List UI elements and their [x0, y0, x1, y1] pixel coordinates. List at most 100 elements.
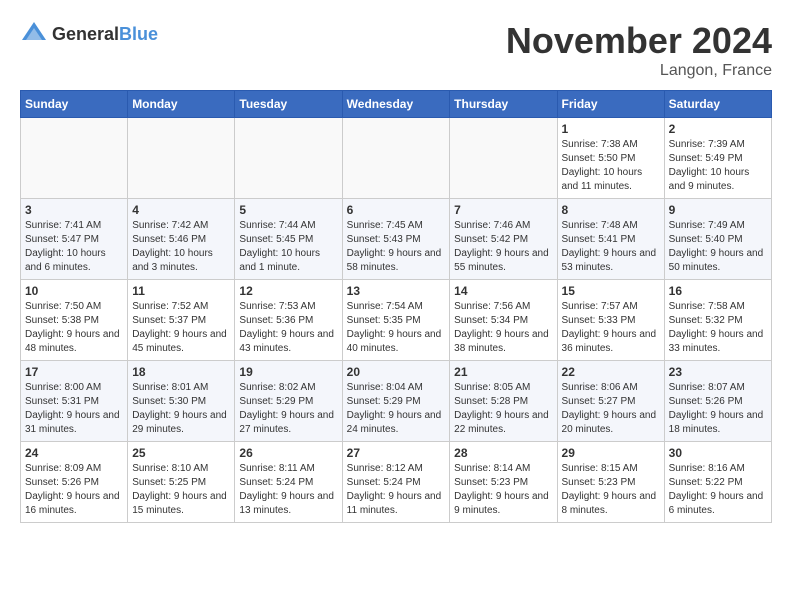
calendar-cell — [21, 118, 128, 199]
calendar-cell: 7 Sunrise: 7:46 AM Sunset: 5:42 PM Daylig… — [450, 199, 557, 280]
day-info: Sunrise: 8:09 AM Sunset: 5:26 PM Dayligh… — [25, 462, 123, 518]
day-number: 27 — [347, 446, 446, 460]
weekday-header: Tuesday — [235, 91, 342, 118]
calendar-cell — [342, 118, 450, 199]
weekday-header: Sunday — [21, 91, 128, 118]
calendar-cell: 3 Sunrise: 7:41 AM Sunset: 5:47 PM Daylig… — [21, 199, 128, 280]
day-number: 8 — [562, 203, 660, 217]
calendar-cell: 23 Sunrise: 8:07 AM Sunset: 5:26 PM Dayli… — [664, 361, 771, 442]
calendar-cell: 10Sunrise: 7:50 AM Sunset: 5:38 PM Dayli… — [21, 280, 128, 361]
calendar-cell: 20 Sunrise: 8:04 AM Sunset: 5:29 PM Dayli… — [342, 361, 450, 442]
day-number: 9 — [669, 203, 767, 217]
day-number: 1 — [562, 122, 660, 136]
calendar-cell: 16Sunrise: 7:58 AM Sunset: 5:32 PM Dayli… — [664, 280, 771, 361]
title-block: November 2024 Langon, France — [506, 20, 772, 80]
page-header: GeneralBlue November 2024 Langon, France — [20, 20, 772, 80]
day-info: Sunrise: 8:05 AM Sunset: 5:28 PM Dayligh… — [454, 381, 552, 437]
day-info: Sunrise: 7:56 AM Sunset: 5:34 PM Dayligh… — [454, 300, 552, 356]
calendar-cell: 24 Sunrise: 8:09 AM Sunset: 5:26 PM Dayli… — [21, 442, 128, 523]
calendar-cell: 9 Sunrise: 7:49 AM Sunset: 5:40 PM Daylig… — [664, 199, 771, 280]
weekday-header-row: SundayMondayTuesdayWednesdayThursdayFrid… — [21, 91, 772, 118]
calendar-week-row: 24 Sunrise: 8:09 AM Sunset: 5:26 PM Dayli… — [21, 442, 772, 523]
day-info: Sunrise: 8:12 AM Sunset: 5:24 PM Dayligh… — [347, 462, 446, 518]
day-number: 19 — [239, 365, 337, 379]
calendar-cell: 6 Sunrise: 7:45 AM Sunset: 5:43 PM Daylig… — [342, 199, 450, 280]
calendar-cell: 1 Sunrise: 7:38 AM Sunset: 5:50 PM Daylig… — [557, 118, 664, 199]
month-title: November 2024 — [506, 20, 772, 62]
day-number: 5 — [239, 203, 337, 217]
calendar-cell: 5 Sunrise: 7:44 AM Sunset: 5:45 PM Daylig… — [235, 199, 342, 280]
calendar-cell: 27 Sunrise: 8:12 AM Sunset: 5:24 PM Dayli… — [342, 442, 450, 523]
calendar-cell: 26Sunrise: 8:11 AM Sunset: 5:24 PM Dayli… — [235, 442, 342, 523]
calendar-cell: 14 Sunrise: 7:56 AM Sunset: 5:34 PM Dayli… — [450, 280, 557, 361]
day-info: Sunrise: 8:02 AM Sunset: 5:29 PM Dayligh… — [239, 381, 337, 437]
day-number: 2 — [669, 122, 767, 136]
calendar-cell — [235, 118, 342, 199]
calendar-week-row: 1 Sunrise: 7:38 AM Sunset: 5:50 PM Daylig… — [21, 118, 772, 199]
calendar-cell: 12Sunrise: 7:53 AM Sunset: 5:36 PM Dayli… — [235, 280, 342, 361]
day-info: Sunrise: 8:07 AM Sunset: 5:26 PM Dayligh… — [669, 381, 767, 437]
day-info: Sunrise: 8:01 AM Sunset: 5:30 PM Dayligh… — [132, 381, 230, 437]
day-info: Sunrise: 7:45 AM Sunset: 5:43 PM Dayligh… — [347, 219, 446, 275]
calendar-cell — [128, 118, 235, 199]
day-number: 6 — [347, 203, 446, 217]
day-number: 14 — [454, 284, 552, 298]
day-info: Sunrise: 8:11 AM Sunset: 5:24 PM Dayligh… — [239, 462, 337, 518]
day-info: Sunrise: 8:14 AM Sunset: 5:23 PM Dayligh… — [454, 462, 552, 518]
day-info: Sunrise: 7:57 AM Sunset: 5:33 PM Dayligh… — [562, 300, 660, 356]
day-number: 24 — [25, 446, 123, 460]
day-info: Sunrise: 7:48 AM Sunset: 5:41 PM Dayligh… — [562, 219, 660, 275]
logo-icon — [20, 20, 48, 48]
weekday-header: Thursday — [450, 91, 557, 118]
calendar-cell: 8 Sunrise: 7:48 AM Sunset: 5:41 PM Daylig… — [557, 199, 664, 280]
day-number: 30 — [669, 446, 767, 460]
day-info: Sunrise: 7:42 AM Sunset: 5:46 PM Dayligh… — [132, 219, 230, 275]
weekday-header: Friday — [557, 91, 664, 118]
calendar-cell: 2 Sunrise: 7:39 AM Sunset: 5:49 PM Daylig… — [664, 118, 771, 199]
calendar-cell: 13 Sunrise: 7:54 AM Sunset: 5:35 PM Dayli… — [342, 280, 450, 361]
calendar-cell: 17Sunrise: 8:00 AM Sunset: 5:31 PM Dayli… — [21, 361, 128, 442]
calendar-cell: 19 Sunrise: 8:02 AM Sunset: 5:29 PM Dayli… — [235, 361, 342, 442]
day-number: 4 — [132, 203, 230, 217]
day-info: Sunrise: 7:50 AM Sunset: 5:38 PM Dayligh… — [25, 300, 123, 356]
day-info: Sunrise: 7:39 AM Sunset: 5:49 PM Dayligh… — [669, 138, 767, 194]
calendar-cell: 18 Sunrise: 8:01 AM Sunset: 5:30 PM Dayli… — [128, 361, 235, 442]
calendar-cell: 25Sunrise: 8:10 AM Sunset: 5:25 PM Dayli… — [128, 442, 235, 523]
calendar-cell: 21 Sunrise: 8:05 AM Sunset: 5:28 PM Dayli… — [450, 361, 557, 442]
day-info: Sunrise: 8:16 AM Sunset: 5:22 PM Dayligh… — [669, 462, 767, 518]
calendar-cell: 11 Sunrise: 7:52 AM Sunset: 5:37 PM Dayli… — [128, 280, 235, 361]
day-info: Sunrise: 8:00 AM Sunset: 5:31 PM Dayligh… — [25, 381, 123, 437]
day-info: Sunrise: 7:54 AM Sunset: 5:35 PM Dayligh… — [347, 300, 446, 356]
day-number: 18 — [132, 365, 230, 379]
day-number: 16 — [669, 284, 767, 298]
day-number: 20 — [347, 365, 446, 379]
day-info: Sunrise: 7:38 AM Sunset: 5:50 PM Dayligh… — [562, 138, 660, 194]
calendar-week-row: 17Sunrise: 8:00 AM Sunset: 5:31 PM Dayli… — [21, 361, 772, 442]
day-number: 25 — [132, 446, 230, 460]
weekday-header: Saturday — [664, 91, 771, 118]
day-info: Sunrise: 7:41 AM Sunset: 5:47 PM Dayligh… — [25, 219, 123, 275]
day-number: 28 — [454, 446, 552, 460]
day-info: Sunrise: 7:46 AM Sunset: 5:42 PM Dayligh… — [454, 219, 552, 275]
day-number: 7 — [454, 203, 552, 217]
day-info: Sunrise: 7:44 AM Sunset: 5:45 PM Dayligh… — [239, 219, 337, 275]
day-info: Sunrise: 7:49 AM Sunset: 5:40 PM Dayligh… — [669, 219, 767, 275]
calendar-week-row: 3 Sunrise: 7:41 AM Sunset: 5:47 PM Daylig… — [21, 199, 772, 280]
day-number: 3 — [25, 203, 123, 217]
logo: GeneralBlue — [20, 20, 158, 48]
day-info: Sunrise: 7:52 AM Sunset: 5:37 PM Dayligh… — [132, 300, 230, 356]
day-number: 15 — [562, 284, 660, 298]
day-number: 12 — [239, 284, 337, 298]
day-number: 13 — [347, 284, 446, 298]
day-info: Sunrise: 8:06 AM Sunset: 5:27 PM Dayligh… — [562, 381, 660, 437]
day-number: 11 — [132, 284, 230, 298]
logo-blue: Blue — [119, 24, 158, 44]
calendar-cell: 29Sunrise: 8:15 AM Sunset: 5:23 PM Dayli… — [557, 442, 664, 523]
day-info: Sunrise: 8:04 AM Sunset: 5:29 PM Dayligh… — [347, 381, 446, 437]
day-number: 23 — [669, 365, 767, 379]
calendar-week-row: 10Sunrise: 7:50 AM Sunset: 5:38 PM Dayli… — [21, 280, 772, 361]
day-number: 21 — [454, 365, 552, 379]
day-info: Sunrise: 8:15 AM Sunset: 5:23 PM Dayligh… — [562, 462, 660, 518]
calendar-cell: 4 Sunrise: 7:42 AM Sunset: 5:46 PM Daylig… — [128, 199, 235, 280]
logo-general: General — [52, 24, 119, 44]
